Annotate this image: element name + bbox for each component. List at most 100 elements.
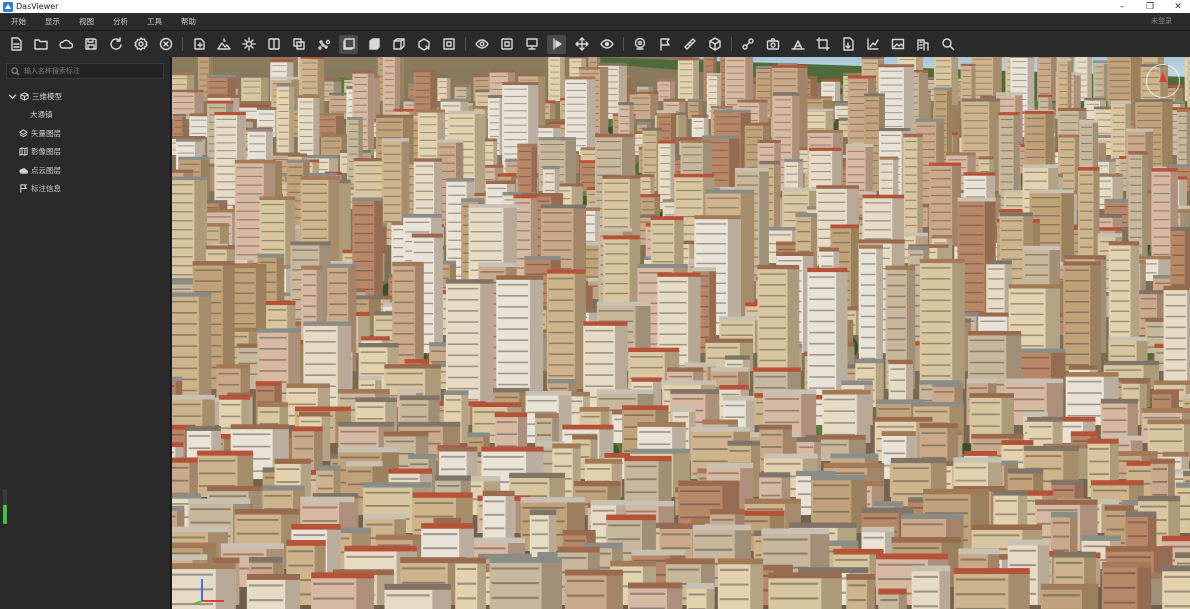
building-roof: [602, 175, 641, 179]
tree-item-datong-town[interactable]: 大通镇: [0, 106, 171, 125]
tree-item-vector-layer[interactable]: 矢量图层: [0, 124, 171, 143]
solid-view-icon[interactable]: [364, 35, 383, 54]
building-windows: [878, 408, 910, 410]
point-cloud-icon[interactable]: [314, 35, 333, 54]
building-windows: [504, 88, 527, 90]
building-roof: [502, 82, 539, 85]
building-windows: [548, 364, 574, 366]
restore-button[interactable]: ❐: [1144, 2, 1156, 12]
building-windows: [261, 203, 284, 206]
building-windows: [1026, 141, 1045, 143]
building-windows: [1080, 228, 1093, 230]
move-icon[interactable]: [572, 35, 591, 54]
building-windows: [566, 124, 586, 126]
3d-viewport[interactable]: [172, 57, 1190, 609]
area-icon[interactable]: [788, 35, 807, 54]
layers-icon[interactable]: [339, 34, 358, 54]
link-icon[interactable]: [738, 35, 757, 54]
search-icon[interactable]: [938, 35, 957, 54]
city-scene[interactable]: [172, 57, 1190, 609]
tree-item-image-layer[interactable]: 影像图层: [0, 143, 171, 162]
building-windows: [419, 139, 437, 141]
building-windows: [809, 287, 835, 289]
building-windows: [216, 157, 236, 159]
wireframe-icon[interactable]: [389, 35, 408, 54]
building-windows: [447, 310, 479, 312]
menu-view[interactable]: 视图: [70, 16, 103, 27]
clip-icon[interactable]: [414, 35, 433, 54]
building-shadow: [600, 70, 609, 137]
minimize-button[interactable]: –: [1116, 2, 1128, 12]
building-roof: [932, 235, 953, 239]
texture-icon[interactable]: [264, 35, 283, 54]
overlay-icon[interactable]: [289, 35, 308, 54]
building-windows: [921, 353, 951, 356]
cloud-icon[interactable]: [56, 35, 75, 54]
building-windows: [288, 166, 303, 168]
search-input[interactable]: [23, 67, 163, 75]
close-circle-icon[interactable]: [156, 35, 175, 54]
cursor-icon[interactable]: [547, 34, 566, 54]
building-windows: [959, 205, 984, 207]
flag-icon[interactable]: [655, 35, 674, 54]
menu-help[interactable]: 帮助: [172, 16, 205, 27]
login-status[interactable]: 未登录: [1151, 13, 1172, 30]
menu-start[interactable]: 开始: [2, 16, 35, 27]
chevron-down-icon[interactable]: [8, 92, 17, 101]
open-folder-icon[interactable]: [31, 35, 50, 54]
cube-icon[interactable]: [705, 35, 724, 54]
tree-item-3d-model[interactable]: 三维模型: [0, 87, 171, 106]
menu-tools[interactable]: 工具: [138, 16, 171, 27]
building-windows: [384, 60, 395, 61]
building-windows: [921, 278, 951, 280]
close-button[interactable]: ✕: [1172, 2, 1184, 12]
image-icon[interactable]: [888, 35, 907, 54]
view-icon[interactable]: [472, 35, 491, 54]
search-box[interactable]: [6, 63, 164, 79]
building-windows: [1080, 174, 1093, 176]
building-windows: [936, 66, 951, 68]
building-windows: [786, 165, 798, 167]
frame-icon[interactable]: [497, 35, 516, 54]
crop-icon[interactable]: [813, 35, 832, 54]
export-icon[interactable]: [838, 35, 857, 54]
fullscreen-icon[interactable]: [439, 35, 458, 54]
building-windows: [378, 137, 402, 139]
building-windows: [905, 208, 917, 210]
terrain-icon[interactable]: [214, 35, 233, 54]
building-windows: [861, 284, 876, 286]
tree-item-point-cloud-layer[interactable]: 点云图层: [0, 161, 171, 180]
building-windows: [1153, 201, 1170, 203]
building-windows: [973, 94, 992, 96]
building-windows: [172, 229, 193, 231]
building-windows: [470, 231, 502, 233]
building-windows: [1026, 149, 1045, 151]
building-icon[interactable]: [913, 35, 932, 54]
eye-icon[interactable]: [597, 35, 616, 54]
new-file-icon[interactable]: [6, 35, 25, 54]
camera-icon[interactable]: [763, 35, 782, 54]
building-windows: [470, 240, 502, 242]
chart-icon[interactable]: [863, 35, 882, 54]
save-icon[interactable]: [81, 35, 100, 54]
building-windows: [821, 255, 833, 257]
building-windows: [757, 78, 770, 80]
presentation-icon[interactable]: [522, 35, 541, 54]
menu-analysis[interactable]: 分析: [104, 16, 137, 27]
refresh-icon[interactable]: [106, 35, 125, 54]
menu-display[interactable]: 显示: [36, 16, 69, 27]
building-windows: [604, 208, 629, 210]
building-windows: [490, 101, 499, 103]
building-windows: [963, 135, 988, 137]
building-windows: [487, 187, 506, 189]
tree-item-annotation-info[interactable]: 标注信息: [0, 180, 171, 199]
light-icon[interactable]: [239, 35, 258, 54]
building-windows: [1012, 73, 1027, 75]
location-pin-icon[interactable]: [630, 35, 649, 54]
ruler-icon[interactable]: [680, 35, 699, 54]
building-roof: [986, 260, 1012, 265]
building-windows: [1065, 301, 1089, 303]
settings-icon[interactable]: [131, 35, 150, 54]
building-windows: [194, 291, 222, 293]
add-layer-icon[interactable]: [189, 35, 208, 54]
